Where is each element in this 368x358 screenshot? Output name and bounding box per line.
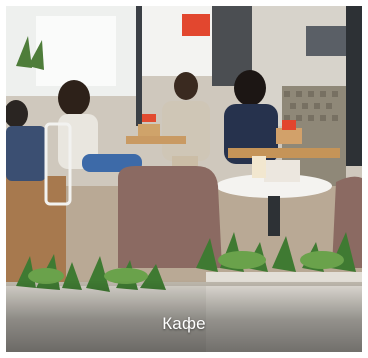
card-caption: Кафе [162, 314, 206, 333]
category-card[interactable]: Кафе [6, 6, 362, 352]
